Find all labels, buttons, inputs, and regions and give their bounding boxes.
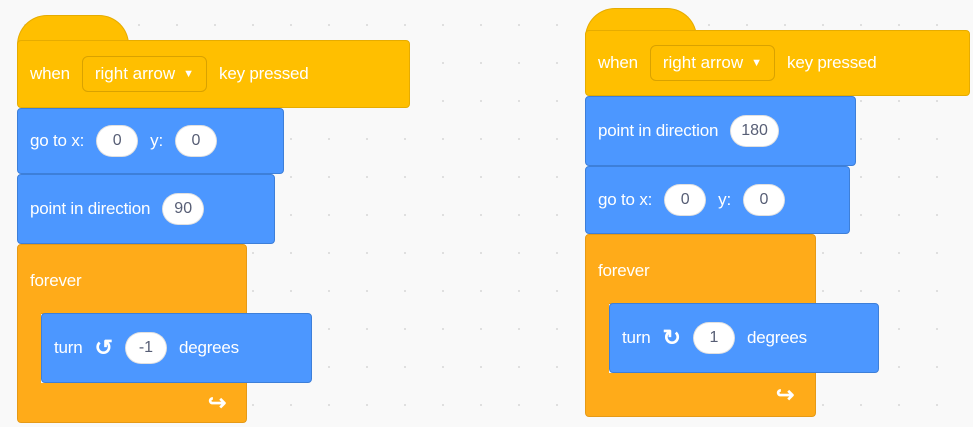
go-to-label: go to x: bbox=[30, 131, 85, 150]
key-dropdown-value: right arrow bbox=[662, 53, 744, 72]
go-to-xy-block[interactable]: go to x: 0 y: 0 bbox=[17, 108, 284, 174]
go-to-xy-block[interactable]: go to x: 0 y: 0 bbox=[585, 166, 850, 234]
rotate-right-icon: ↻ bbox=[662, 325, 681, 350]
y-input[interactable]: 0 bbox=[743, 184, 785, 216]
x-input[interactable]: 0 bbox=[96, 125, 139, 157]
y-label: y: bbox=[150, 131, 163, 150]
turn-block[interactable]: turn ↺ -1 degrees bbox=[41, 313, 312, 383]
when-label: when bbox=[30, 64, 70, 83]
forever-label: forever bbox=[30, 271, 82, 290]
key-dropdown-value: right arrow bbox=[94, 64, 176, 83]
point-in-direction-label: point in direction bbox=[30, 199, 151, 218]
rotate-left-icon: ↺ bbox=[94, 335, 113, 360]
point-in-direction-block[interactable]: point in direction 180 bbox=[585, 96, 856, 166]
loop-arrow-icon: ↪ bbox=[208, 390, 227, 415]
turn-block[interactable]: turn ↻ 1 degrees bbox=[609, 303, 879, 373]
go-to-label: go to x: bbox=[598, 190, 653, 209]
y-label: y: bbox=[718, 190, 731, 209]
when-key-pressed-block[interactable]: when right arrow ▼ key pressed bbox=[585, 30, 970, 96]
key-dropdown[interactable]: right arrow ▼ bbox=[649, 45, 776, 81]
key-pressed-label: key pressed bbox=[787, 53, 877, 72]
point-in-direction-block[interactable]: point in direction 90 bbox=[17, 174, 275, 244]
forever-label: forever bbox=[598, 261, 650, 280]
key-dropdown[interactable]: right arrow ▼ bbox=[81, 56, 208, 92]
x-input[interactable]: 0 bbox=[664, 184, 707, 216]
forever-arm bbox=[17, 313, 41, 385]
degrees-label: degrees bbox=[178, 338, 239, 357]
degrees-input[interactable]: 1 bbox=[692, 322, 735, 354]
loop-arrow-icon: ↪ bbox=[776, 382, 795, 407]
direction-input[interactable]: 90 bbox=[162, 193, 205, 225]
key-pressed-label: key pressed bbox=[219, 64, 309, 83]
forever-block[interactable]: forever bbox=[585, 234, 816, 304]
degrees-input[interactable]: -1 bbox=[124, 332, 167, 364]
when-key-pressed-block[interactable]: when right arrow ▼ key pressed bbox=[17, 40, 410, 108]
direction-input[interactable]: 180 bbox=[730, 115, 779, 147]
when-label: when bbox=[598, 53, 638, 72]
degrees-label: degrees bbox=[746, 328, 807, 347]
point-in-direction-label: point in direction bbox=[598, 121, 719, 140]
chevron-down-icon: ▼ bbox=[751, 57, 763, 69]
forever-block[interactable]: forever bbox=[17, 244, 247, 314]
chevron-down-icon: ▼ bbox=[183, 68, 195, 80]
turn-label: turn bbox=[622, 328, 651, 347]
y-input[interactable]: 0 bbox=[175, 125, 217, 157]
forever-arm bbox=[585, 303, 609, 375]
turn-label: turn bbox=[54, 338, 83, 357]
